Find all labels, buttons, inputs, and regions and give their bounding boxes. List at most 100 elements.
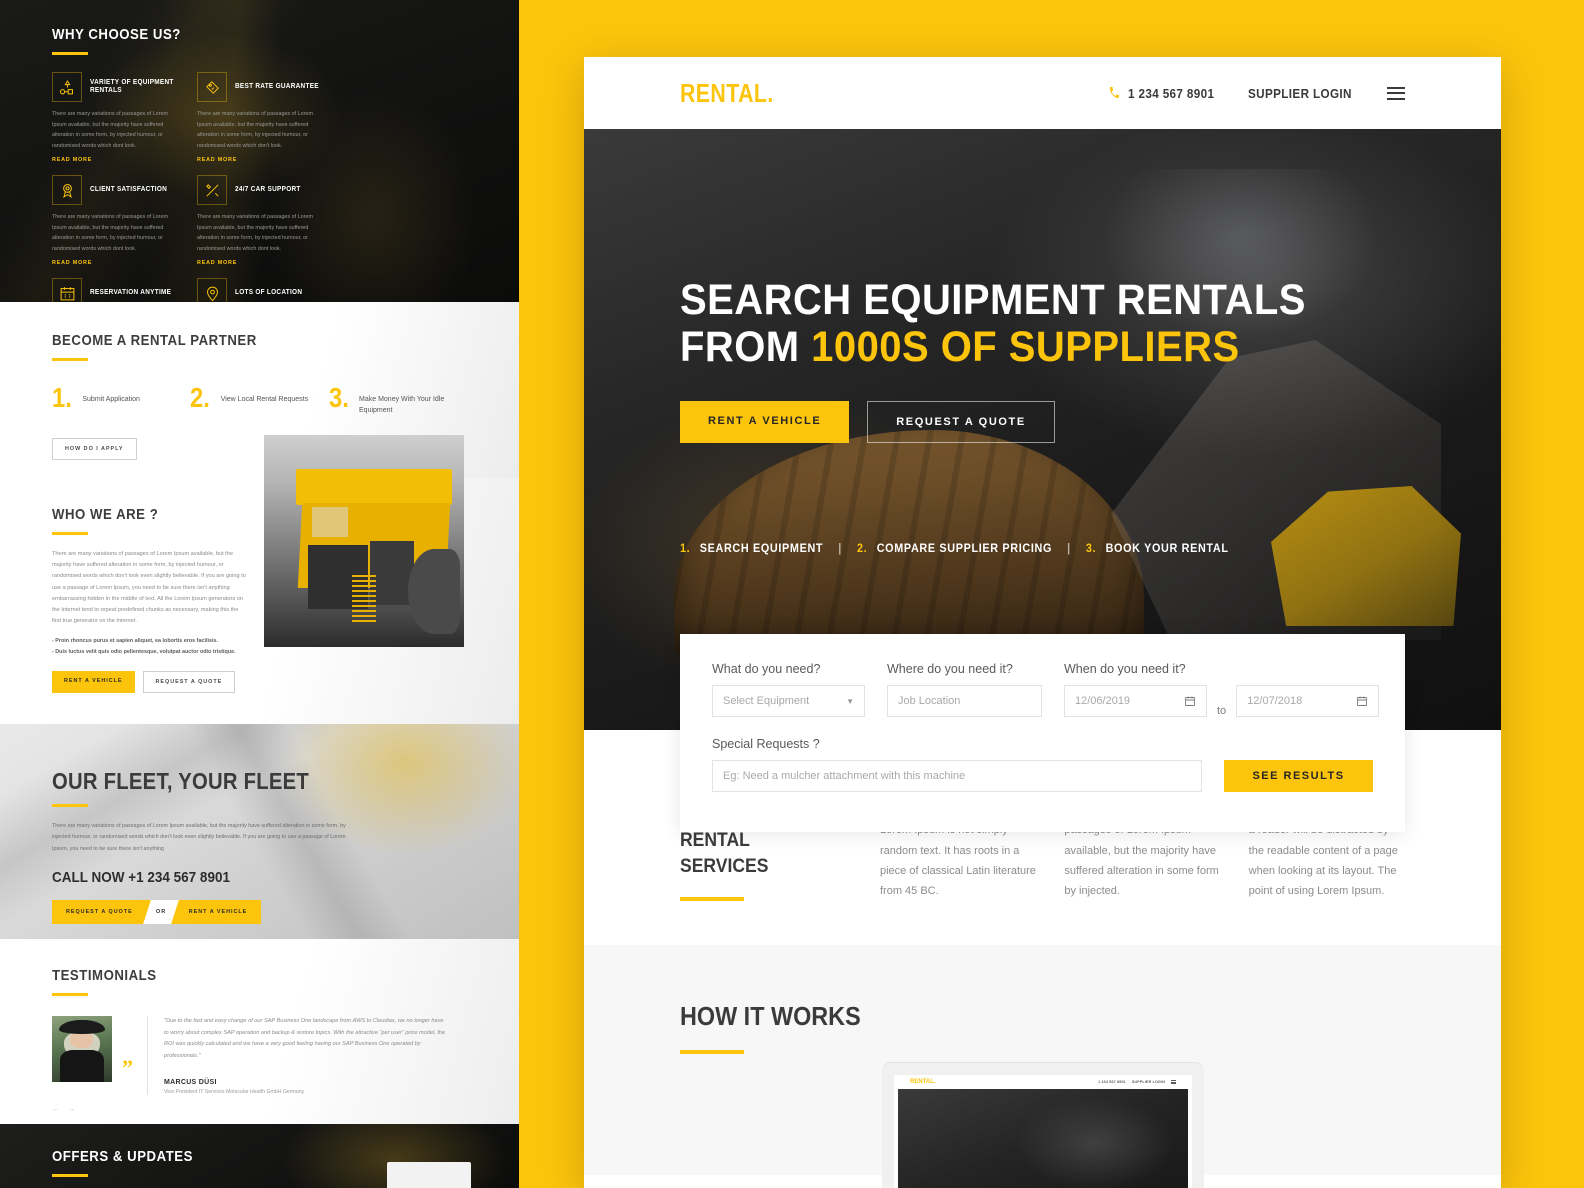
separator: |: [838, 542, 842, 555]
feature-card: CLIENT SATISFACTION There are many varia…: [52, 174, 194, 266]
heading-underline: [680, 897, 744, 902]
see-results-button[interactable]: SEE RESULTS: [1223, 760, 1373, 792]
job-location-input[interactable]: Job Location: [887, 685, 1042, 717]
mini-hero-image: [898, 1089, 1188, 1188]
request-a-quote-button[interactable]: REQUEST A QUOTE: [142, 671, 236, 694]
feature-grid: VARIETY OF EQUIPMENT RENTALS There are m…: [52, 71, 467, 302]
divider: [147, 1016, 148, 1095]
hamburger-menu-icon: [1171, 1079, 1176, 1085]
who-we-are-title: WHO WE ARE ?: [52, 506, 159, 523]
partner-step: 3. Make Money With Your Idle Equipment: [329, 383, 467, 416]
testimonial-quote: "Due to the fast and easy change of our …: [164, 1018, 446, 1060]
step-text: Make Money With Your Idle Equipment: [359, 396, 445, 414]
equipment-variety-icon: [52, 72, 82, 102]
date-from-input[interactable]: 12/06/2019: [1064, 685, 1207, 717]
or-divider: OR: [142, 900, 179, 925]
calendar-icon[interactable]: [1356, 695, 1368, 707]
job-location-placeholder: Job Location: [898, 695, 961, 707]
our-fleet-section: OUR FLEET, YOUR FLEET There are many var…: [0, 724, 519, 939]
rent-a-vehicle-button[interactable]: RENT A VEHICLE: [680, 400, 850, 443]
feature-card: LOTS OF LOCATION There are many variatio…: [197, 277, 339, 302]
fleet-title: OUR FLEET, YOUR FLEET: [52, 768, 310, 794]
feature-body: There are many variations of passages of…: [197, 111, 313, 149]
where-field-label: Where do you need it?: [887, 662, 1013, 676]
step-number: 2.: [190, 382, 211, 413]
mini-site-header: RENTAL. 1 234 567 8901 SUPPLIER LOGIN: [894, 1075, 1192, 1089]
title-underline: [52, 1174, 88, 1177]
hamburger-menu-icon[interactable]: [1387, 86, 1405, 100]
date-to-input[interactable]: 12/07/2018: [1236, 685, 1380, 717]
request-a-quote-button[interactable]: REQUEST A QUOTE: [52, 900, 147, 924]
calendar-icon[interactable]: [1184, 695, 1196, 707]
step-number: 2.: [856, 542, 868, 555]
calendar-icon: [52, 278, 82, 302]
partner-title: BECOME A RENTAL PARTNER: [52, 332, 257, 349]
hero-steps: 1. SEARCH EQUIPMENT | 2. COMPARE SUPPLIE…: [680, 543, 1362, 555]
next-arrow-icon[interactable]: →: [68, 1106, 75, 1113]
special-requests-label: Special Requests ?: [712, 737, 820, 751]
when-field-label: When do you need it?: [1064, 662, 1186, 676]
feature-body: There are many variations of passages of…: [197, 214, 313, 252]
partner-step: 1. Submit Application: [52, 383, 190, 416]
read-more-link[interactable]: READ MORE: [52, 157, 194, 163]
special-requests-input[interactable]: Eg: Need a mulcher attachment with this …: [712, 760, 1202, 792]
how-do-i-apply-button[interactable]: HOW DO I APPLY: [52, 438, 137, 460]
what-field-label: What do you need?: [712, 662, 821, 676]
rent-a-vehicle-button[interactable]: RENT A VEHICLE: [52, 671, 135, 694]
hero-title-highlight: 1000s OF SUPPLIERS: [811, 323, 1240, 372]
hero-buttons: RENT A VEHICLE REQUEST A QUOTE: [680, 400, 1405, 443]
read-more-link[interactable]: READ MORE: [52, 260, 194, 266]
feature-title: CLIENT SATISFACTION: [90, 185, 168, 193]
offers-title: OFFERS & UPDATES: [52, 1148, 193, 1165]
feature-body: There are many variations of passages of…: [52, 214, 168, 252]
how-it-works-title: HOW IT WORKS: [680, 1001, 861, 1031]
phone-number: 1 234 567 8901: [1127, 85, 1215, 101]
feature-title: LOTS OF LOCATION: [235, 289, 303, 297]
read-more-link[interactable]: READ MORE: [197, 260, 339, 266]
mini-phone: 1 234 567 8901: [1098, 1079, 1126, 1084]
who-we-are-bullet: - Duis luctus velit quis odio pellentesq…: [52, 648, 236, 655]
special-requests-placeholder: Eg: Need a mulcher attachment with this …: [723, 770, 966, 782]
date-from-value: 12/06/2019: [1075, 695, 1131, 707]
client-satisfaction-icon: [52, 175, 82, 206]
offer-card: [387, 1162, 471, 1188]
supplier-login-link[interactable]: SUPPLIER LOGIN: [1248, 86, 1352, 101]
fleet-call-now: CALL NOW +1 234 567 8901: [52, 869, 230, 887]
site-header: RENTAL. 1 234 567 8901 SUPPLIER LOGIN: [584, 57, 1501, 129]
equipment-select-value: Select Equipment: [723, 695, 810, 707]
testimonial-nav: ← →: [52, 1106, 467, 1113]
rent-a-vehicle-button[interactable]: RENT A VEHICLE: [175, 900, 262, 924]
request-a-quote-button[interactable]: REQUEST A QUOTE: [867, 400, 1055, 443]
haul-truck-image: [264, 435, 464, 647]
who-we-are-section: WHO WE ARE ? There are many variations o…: [0, 435, 519, 724]
testimonials-title: TESTIMONIALS: [52, 967, 157, 984]
feature-title: 24/7 CAR SUPPORT: [235, 185, 301, 193]
wrench-support-icon: [197, 175, 227, 206]
title-underline: [52, 993, 88, 996]
date-range-separator: to: [1217, 705, 1227, 717]
laptop-screen: RENTAL. 1 234 567 8901 SUPPLIER LOGIN: [894, 1075, 1192, 1188]
why-choose-us-title: WHY CHOOSE US?: [52, 26, 181, 43]
chevron-down-icon: ▼: [846, 696, 854, 706]
logo[interactable]: RENTAL.: [680, 78, 774, 109]
header-phone[interactable]: 1 234 567 8901: [1109, 86, 1224, 101]
mini-supplier-login: SUPPLIER LOGIN: [1131, 1079, 1165, 1084]
step-number: 3.: [1085, 542, 1097, 555]
why-choose-us-section: WHY CHOOSE US? VARIETY OF EQUIPMENT RENT…: [0, 0, 519, 302]
title-underline: [52, 532, 88, 535]
testimonials-section: TESTIMONIALS ” "Due to the fast and easy…: [0, 939, 519, 1124]
left-preview-panel: WHY CHOOSE US? VARIETY OF EQUIPMENT RENT…: [0, 0, 519, 1188]
read-more-link[interactable]: READ MORE: [197, 157, 339, 163]
title-underline: [52, 52, 88, 55]
equipment-select[interactable]: Select Equipment ▼: [712, 685, 865, 717]
avatar: [52, 1016, 112, 1082]
prev-arrow-icon[interactable]: ←: [52, 1106, 59, 1113]
step-label: BOOK YOUR RENTAL: [1105, 542, 1229, 555]
phone-icon: [1109, 86, 1120, 101]
best-rate-icon: [197, 72, 227, 102]
map-pin-icon: [197, 278, 227, 302]
equipment-search-form: What do you need? Select Equipment ▼ Whe…: [680, 634, 1405, 832]
title-underline: [52, 358, 88, 361]
step-text: View Local Rental Requests: [220, 396, 309, 403]
who-we-are-body: There are many variations of passages of…: [52, 551, 246, 625]
